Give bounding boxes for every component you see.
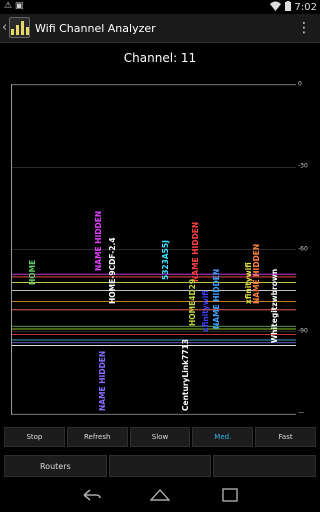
y-axis-label: -30: [298, 162, 308, 170]
y-axis-label: —: [298, 409, 304, 417]
recents-nav-icon[interactable]: [220, 488, 240, 506]
signal-graph: HOME NAME HIDDEN HOME-9CDF-2.4 5323A55J NAME…: [11, 84, 296, 415]
network-label: NAME HIDDEN: [94, 211, 103, 272]
routers-button[interactable]: Routers: [4, 455, 107, 477]
status-bar: ⚠ ▣ 7:02: [0, 0, 320, 14]
battery-icon: [284, 0, 291, 14]
network-label: NAME HIDDEN: [252, 244, 261, 305]
med-button[interactable]: Med.: [192, 427, 254, 447]
tab-bar: Routers: [4, 455, 317, 477]
app-logo-icon[interactable]: [9, 17, 30, 38]
network-label: NAME HIDDEN: [191, 222, 200, 283]
network-label: HOME-9CDF-2.4: [108, 237, 117, 305]
navigation-bar: [0, 484, 320, 512]
back-nav-icon[interactable]: [82, 488, 102, 506]
back-chevron-icon[interactable]: ‹: [2, 20, 7, 35]
overflow-menu-icon[interactable]: ⋮: [297, 20, 311, 36]
stop-button[interactable]: Stop: [4, 427, 65, 447]
network-label: xfinitywifi: [201, 289, 210, 332]
network-label: Whitegitzwbrown: [270, 268, 279, 343]
action-bar: ‹ Wifi Channel Analyzer ⋮: [0, 14, 320, 43]
channel-title: Channel: 11: [123, 51, 197, 65]
network-label: 5323A55J: [161, 239, 170, 280]
network-label: NAME HIDDEN: [212, 268, 221, 329]
notification-icons: ⚠ ▣: [4, 1, 24, 11]
home-nav-icon[interactable]: [149, 488, 171, 506]
refresh-button[interactable]: Refresh: [66, 427, 128, 447]
speed-button-bar: Stop Refresh Slow Med. Fast: [4, 427, 316, 447]
tab-empty-1[interactable]: [108, 455, 212, 477]
network-label: CenturyLink7713: [181, 339, 190, 412]
y-axis-label: -60: [298, 245, 308, 252]
app-title: Wifi Channel Analyzer: [35, 22, 156, 35]
clock: 7:02: [294, 1, 317, 13]
y-axis-label: -90: [298, 327, 308, 335]
y-axis-label: 0: [298, 80, 302, 88]
network-label: HOME: [28, 259, 37, 286]
fast-button[interactable]: Fast: [255, 427, 316, 447]
network-label: NAME HIDDEN: [98, 351, 107, 412]
network-label: HOME4D29: [188, 279, 197, 327]
wifi-icon: [269, 1, 281, 14]
tab-empty-2[interactable]: [213, 455, 317, 477]
slow-button[interactable]: Slow: [129, 427, 191, 447]
